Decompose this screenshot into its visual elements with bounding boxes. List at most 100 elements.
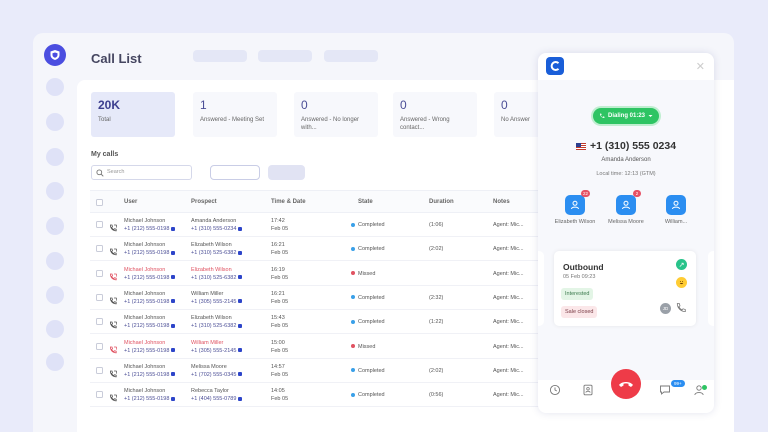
phone-link-icon — [238, 348, 243, 353]
row-checkbox[interactable] — [96, 245, 103, 253]
tag-sale-closed[interactable]: Sale closed — [561, 306, 598, 318]
user-phone[interactable]: +1 (212) 555-0198 — [124, 226, 176, 232]
previous-card-edge[interactable] — [538, 251, 544, 326]
column-header-notes[interactable]: Notes — [493, 199, 510, 205]
call-notes[interactable]: Agent: Mic... — [493, 392, 524, 398]
header-tab-placeholder-3[interactable] — [324, 50, 378, 62]
column-header-duration[interactable]: Duration — [429, 199, 454, 205]
prospect-phone[interactable]: +1 (310) 525-6382 — [191, 250, 243, 256]
sidebar-item-8[interactable] — [46, 320, 64, 338]
row-checkbox[interactable] — [96, 342, 103, 350]
prospect-name[interactable]: Amanda Anderson — [191, 218, 236, 224]
table-row[interactable]: Michael Johnson +1 (212) 555-0198 William … — [90, 335, 540, 359]
column-header-time-date[interactable]: Time & Date — [271, 199, 306, 205]
dialer-body — [538, 80, 714, 380]
action-button[interactable] — [268, 165, 305, 180]
table-row[interactable]: Michael Johnson +1 (212) 555-0198 Elizabet… — [90, 237, 540, 262]
call-notes[interactable]: Agent: Mic... — [493, 368, 524, 374]
status-badge: Completed — [351, 222, 385, 228]
prospect-name[interactable]: Elizabeth Wilson — [191, 315, 232, 321]
table-row[interactable]: Michael Johnson +1 (212) 555-0198 Elizabet… — [90, 262, 540, 286]
hang-up-button[interactable] — [611, 369, 641, 399]
stat-card-no-longer-with[interactable]: 0 Answered - No longer with... — [294, 92, 378, 137]
chat-icon[interactable] — [659, 384, 671, 396]
dialing-status-pill[interactable]: Dialing 01:23 — [593, 108, 659, 124]
column-header-state[interactable]: State — [358, 199, 373, 205]
prospect-phone[interactable]: +1 (310) 555-0234 — [191, 226, 243, 232]
transfer-contact[interactable]: 22 Elizabeth Wilson — [546, 190, 604, 225]
user-name: Michael Johnson — [124, 242, 166, 249]
close-icon[interactable]: ✕ — [696, 60, 705, 73]
transfer-contact[interactable]: William... — [647, 195, 705, 225]
column-header-user[interactable]: User — [124, 199, 137, 205]
stat-value: 0 — [501, 98, 508, 112]
user-phone[interactable]: +1 (212) 555-0198 — [124, 348, 176, 354]
phone-link-icon — [238, 396, 243, 401]
sidebar-item-5[interactable] — [46, 217, 64, 235]
call-notes[interactable]: Agent: Mic... — [493, 222, 524, 228]
prospect-phone[interactable]: +1 (404) 555-0789 — [191, 396, 243, 402]
call-notes[interactable]: Agent: Mic... — [493, 344, 524, 350]
row-checkbox[interactable] — [96, 269, 103, 277]
call-notes[interactable]: Agent: Mic... — [493, 271, 524, 277]
sidebar-item-6[interactable] — [46, 252, 64, 270]
call-notes[interactable]: Agent: Mic... — [493, 319, 524, 325]
sidebar-item-2[interactable] — [46, 113, 64, 131]
sidebar-item-4[interactable] — [46, 182, 64, 200]
user-phone[interactable]: +1 (212) 555-0198 — [124, 323, 176, 329]
online-status-dot — [702, 385, 707, 390]
prospect-phone[interactable]: +1 (305) 555-2145 — [191, 299, 243, 305]
row-checkbox[interactable] — [96, 221, 103, 228]
filter-button[interactable] — [210, 165, 260, 180]
row-checkbox[interactable] — [96, 318, 103, 326]
call-activity-card[interactable]: Outbound 05 Feb 09:23 Interested Sale cl… — [554, 251, 696, 326]
prospect-name[interactable]: Elizabeth Wilson — [191, 242, 232, 248]
user-name: Michael Johnson — [124, 266, 166, 273]
header-tab-placeholder-1[interactable] — [193, 50, 247, 62]
user-phone[interactable]: +1 (212) 555-0198 — [124, 396, 176, 402]
table-row[interactable]: Michael Johnson +1 (212) 555-0198 Amanda A… — [90, 213, 540, 237]
call-notes[interactable]: Agent: Mic... — [493, 295, 524, 301]
stat-card-wrong-contact[interactable]: 0 Answered - Wrong contact... — [393, 92, 477, 137]
app-logo[interactable] — [44, 44, 66, 66]
history-icon[interactable] — [549, 384, 561, 396]
prospect-name[interactable]: William Miller — [191, 340, 223, 346]
search-input[interactable]: Search — [91, 165, 192, 180]
table-row[interactable]: Michael Johnson +1 (212) 555-0198 Melissa … — [90, 359, 540, 383]
row-checkbox[interactable] — [96, 366, 103, 374]
table-row[interactable]: Michael Johnson +1 (212) 555-0198 William … — [90, 286, 540, 310]
sidebar-item-9[interactable] — [46, 353, 64, 371]
user-phone[interactable]: +1 (212) 555-0198 — [124, 372, 176, 378]
emoji-icon[interactable] — [676, 277, 687, 288]
phone-icon[interactable] — [675, 302, 687, 314]
prospect-name[interactable]: Rebecca Taylor — [191, 388, 229, 394]
header-tab-placeholder-2[interactable] — [258, 50, 312, 62]
user-phone[interactable]: +1 (212) 555-0198 — [124, 299, 176, 305]
column-header-prospect[interactable]: Prospect — [191, 199, 217, 205]
row-checkbox[interactable] — [96, 293, 103, 301]
call-notes[interactable]: Agent: Mic... — [493, 246, 524, 252]
prospect-name[interactable]: Melissa Moore — [191, 364, 227, 370]
stat-card-meeting-set[interactable]: 1 Answered - Meeting Set — [193, 92, 277, 137]
contacts-icon[interactable] — [582, 384, 594, 396]
sidebar-item-3[interactable] — [46, 148, 64, 166]
prospect-name[interactable]: William Miller — [191, 291, 223, 297]
row-checkbox[interactable] — [96, 391, 103, 399]
stat-card-total[interactable]: 20K Total — [91, 92, 175, 137]
sidebar-item-1[interactable] — [46, 78, 64, 96]
table-row[interactable]: Michael Johnson +1 (212) 555-0198 Rebecca … — [90, 383, 540, 408]
next-card-edge[interactable] — [708, 251, 714, 326]
user-phone[interactable]: +1 (212) 555-0198 — [124, 250, 176, 256]
prospect-phone[interactable]: +1 (310) 525-6382 — [191, 275, 243, 281]
prospect-phone[interactable]: +1 (305) 555-2145 — [191, 348, 243, 354]
prospect-phone[interactable]: +1 (702) 555-0345 — [191, 372, 243, 378]
select-all-checkbox[interactable] — [96, 199, 103, 206]
table-row[interactable]: Michael Johnson +1 (212) 555-0198 Elizabet… — [90, 310, 540, 335]
user-phone[interactable]: +1 (212) 555-0198 — [124, 275, 176, 281]
call-duration: (1:22) — [429, 319, 444, 326]
phone-icon — [599, 113, 605, 118]
tag-interested[interactable]: Interested — [561, 288, 594, 300]
prospect-name[interactable]: Elizabeth Wilson — [191, 267, 232, 273]
prospect-phone[interactable]: +1 (310) 525-6382 — [191, 323, 243, 329]
sidebar-item-7[interactable] — [46, 286, 64, 304]
